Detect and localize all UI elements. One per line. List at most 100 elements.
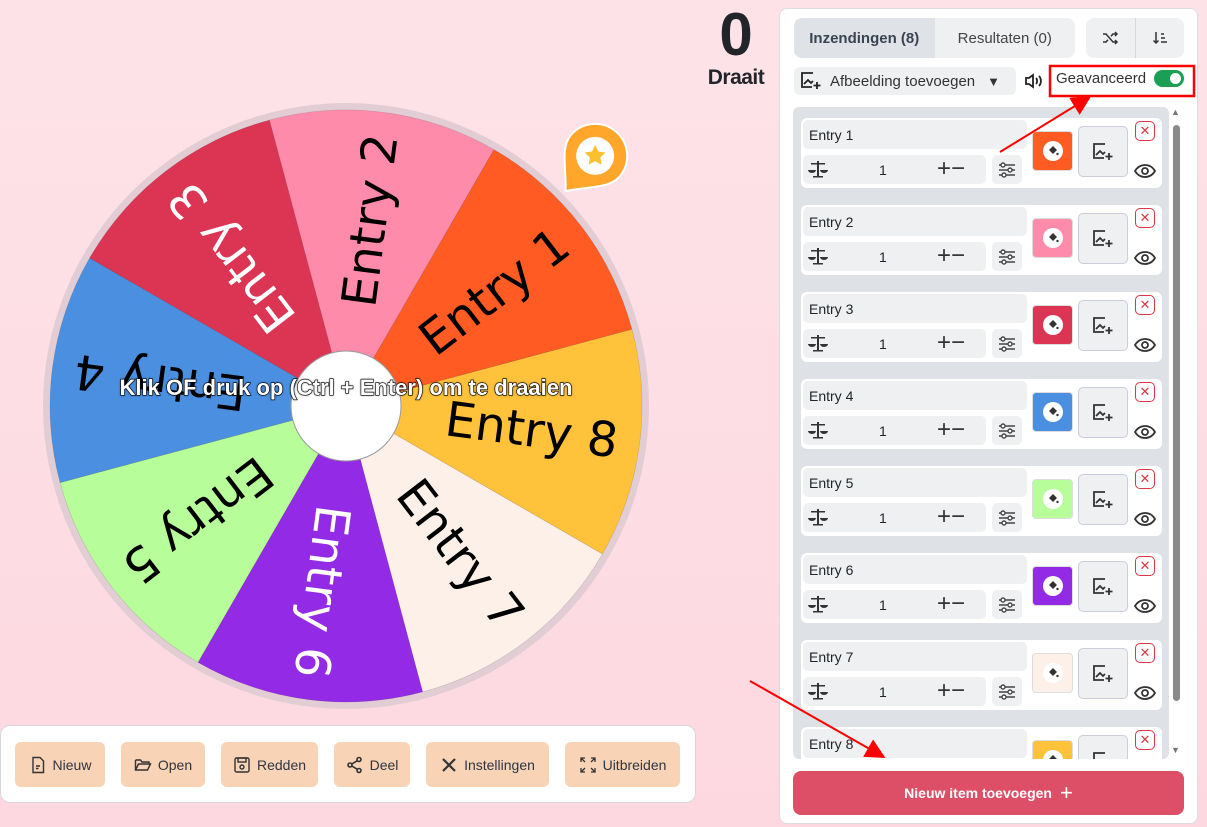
- expand-button[interactable]: Uitbreiden: [565, 742, 680, 787]
- tab-entries[interactable]: Inzendingen (8): [794, 18, 935, 58]
- weight-decrease-button[interactable]: −: [951, 590, 965, 617]
- sort-button[interactable]: [1134, 18, 1185, 58]
- entry-weight-value[interactable]: 1: [879, 162, 887, 178]
- entry-name-input[interactable]: Entry 5: [803, 468, 1027, 497]
- entry-weight-value[interactable]: 1: [879, 510, 887, 526]
- delete-entry-button[interactable]: ✕: [1135, 730, 1155, 750]
- entry-weight-value[interactable]: 1: [879, 684, 887, 700]
- entry-row: Entry 3 1 +− ✕: [801, 292, 1162, 362]
- entry-settings-button[interactable]: [992, 329, 1022, 358]
- entry-name-input[interactable]: Entry 7: [803, 642, 1027, 671]
- sliders-icon: [999, 683, 1015, 700]
- entry-color-button[interactable]: [1032, 218, 1073, 258]
- image-add-icon: [1093, 403, 1113, 421]
- new-button[interactable]: Nieuw: [15, 742, 105, 787]
- weight-decrease-button[interactable]: −: [951, 329, 965, 356]
- entry-color-button[interactable]: [1032, 653, 1073, 693]
- entry-settings-button[interactable]: [992, 677, 1022, 706]
- sound-button[interactable]: [1024, 72, 1044, 95]
- entry-color-button[interactable]: [1032, 479, 1073, 519]
- toggle-visibility-button[interactable]: [1133, 163, 1157, 184]
- weight-decrease-button[interactable]: −: [951, 416, 965, 443]
- entry-image-button[interactable]: [1078, 648, 1128, 699]
- toggle-visibility-button[interactable]: [1133, 685, 1157, 706]
- entry-name-input[interactable]: Entry 6: [803, 555, 1027, 584]
- delete-entry-button[interactable]: ✕: [1135, 295, 1155, 315]
- entry-name-input[interactable]: Entry 3: [803, 294, 1027, 323]
- open-button[interactable]: Open: [121, 742, 205, 787]
- weight-decrease-button[interactable]: −: [951, 155, 965, 182]
- delete-entry-button[interactable]: ✕: [1135, 469, 1155, 489]
- shuffle-button[interactable]: [1086, 18, 1135, 58]
- sliders-icon: [999, 422, 1015, 439]
- entry-settings-button[interactable]: [992, 155, 1022, 184]
- weight-increase-button[interactable]: +: [937, 329, 951, 356]
- entry-name-input[interactable]: Entry 2: [803, 207, 1027, 236]
- spin-wheel[interactable]: Entry 2 Entry 1Entry 8Entry 7Entry 6Entry…: [0, 0, 700, 720]
- advanced-toggle[interactable]: Geavanceerd: [1056, 70, 1185, 87]
- toggle-visibility-button[interactable]: [1133, 598, 1157, 619]
- scroll-up-icon[interactable]: ▲: [1171, 107, 1180, 117]
- toggle-visibility-button[interactable]: [1133, 250, 1157, 271]
- entry-color-button[interactable]: [1032, 131, 1073, 171]
- weight-increase-button[interactable]: +: [937, 155, 951, 182]
- entries-scrollbar[interactable]: ▲ ▼: [1171, 107, 1183, 759]
- wheel-center[interactable]: [290, 350, 402, 462]
- entry-image-button[interactable]: [1078, 300, 1128, 351]
- entry-weight-value[interactable]: 1: [879, 336, 887, 352]
- share-button[interactable]: Deel: [334, 742, 410, 787]
- entry-settings-button[interactable]: [992, 503, 1022, 532]
- entry-color-button[interactable]: [1032, 740, 1073, 759]
- expand-icon: [579, 756, 596, 773]
- weight-increase-button[interactable]: +: [937, 416, 951, 443]
- weight-increase-button[interactable]: +: [937, 677, 951, 704]
- toggle-visibility-button[interactable]: [1133, 511, 1157, 532]
- entry-weight: 1 +−: [803, 416, 986, 445]
- entry-color-button[interactable]: [1032, 566, 1073, 606]
- entry-image-button[interactable]: [1078, 126, 1128, 177]
- entry-weight-value[interactable]: 1: [879, 249, 887, 265]
- sliders-icon: [999, 596, 1015, 613]
- eye-icon: [1133, 599, 1157, 613]
- scroll-down-icon[interactable]: ▼: [1171, 745, 1180, 755]
- delete-entry-button[interactable]: ✕: [1135, 208, 1155, 228]
- entry-name-input[interactable]: Entry 4: [803, 381, 1027, 410]
- delete-entry-button[interactable]: ✕: [1135, 556, 1155, 576]
- entry-image-button[interactable]: [1078, 735, 1128, 759]
- entry-settings-button[interactable]: [992, 242, 1022, 271]
- entry-settings-button[interactable]: [992, 416, 1022, 445]
- eye-icon: [1133, 338, 1157, 352]
- entry-image-button[interactable]: [1078, 387, 1128, 438]
- weight-decrease-button[interactable]: −: [951, 503, 965, 530]
- entry-name-input[interactable]: Entry 8: [803, 729, 1027, 758]
- settings-button[interactable]: Instellingen: [426, 742, 549, 787]
- toggle-visibility-button[interactable]: [1133, 424, 1157, 445]
- entry-weight-value[interactable]: 1: [879, 597, 887, 613]
- entry-color-button[interactable]: [1032, 392, 1073, 432]
- entry-image-button[interactable]: [1078, 474, 1128, 525]
- weight-increase-button[interactable]: +: [937, 242, 951, 269]
- delete-entry-button[interactable]: ✕: [1135, 382, 1155, 402]
- entry-weight-value[interactable]: 1: [879, 423, 887, 439]
- advanced-switch[interactable]: [1154, 70, 1185, 87]
- weight-increase-button[interactable]: +: [937, 503, 951, 530]
- spin-instruction[interactable]: Klik OF druk op (Ctrl + Enter) om te dra…: [90, 374, 602, 401]
- entry-settings-button[interactable]: [992, 590, 1022, 619]
- weight-decrease-button[interactable]: −: [951, 677, 965, 704]
- delete-entry-button[interactable]: ✕: [1135, 121, 1155, 141]
- weight-decrease-button[interactable]: −: [951, 242, 965, 269]
- add-entry-button[interactable]: Nieuw item toevoegen +: [793, 771, 1184, 815]
- entry-name-input[interactable]: Entry 1: [803, 120, 1027, 149]
- entry-color-button[interactable]: [1032, 305, 1073, 345]
- save-button[interactable]: Redden: [221, 742, 318, 787]
- tab-results[interactable]: Resultaten (0): [935, 18, 1076, 58]
- weight-increase-button[interactable]: +: [937, 590, 951, 617]
- entry-image-button[interactable]: [1078, 213, 1128, 264]
- close-icon: ✕: [1139, 384, 1151, 399]
- scroll-thumb[interactable]: [1173, 125, 1180, 701]
- entry-image-button[interactable]: [1078, 561, 1128, 612]
- toggle-visibility-button[interactable]: [1133, 337, 1157, 358]
- delete-entry-button[interactable]: ✕: [1135, 643, 1155, 663]
- speaker-icon: [1025, 73, 1042, 89]
- add-image-dropdown[interactable]: Afbeelding toevoegen ▼: [794, 67, 1016, 95]
